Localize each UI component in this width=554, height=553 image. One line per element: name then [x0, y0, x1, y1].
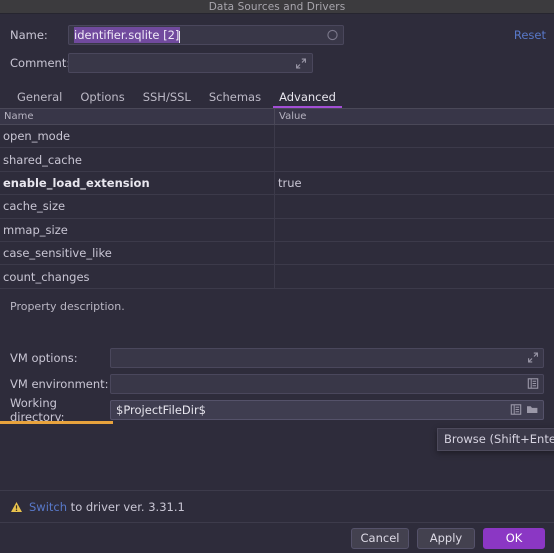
name-input[interactable]: identifier.sqlite [2] — [68, 25, 344, 45]
vm-options-input[interactable] — [110, 347, 544, 368]
table-cell-value[interactable]: true — [275, 172, 554, 194]
working-directory-input[interactable]: $ProjectFileDir$ — [110, 399, 544, 420]
comment-input[interactable] — [68, 53, 313, 73]
comment-label: Comment: — [10, 56, 71, 70]
settings-tabs: General Options SSH/SSL Schemas Advanced — [0, 86, 554, 108]
table-body: open_mode shared_cache enable_load_extensi… — [0, 125, 554, 289]
vm-environment-label: VM environment: — [10, 376, 109, 391]
vm-options-label: VM options: — [10, 350, 78, 365]
table-cell-name[interactable]: cache_size — [0, 195, 275, 218]
variables-list-icon[interactable] — [509, 403, 522, 416]
tab-options[interactable]: Options — [71, 90, 133, 108]
variables-list-icon[interactable] — [526, 377, 539, 390]
table-cell-value[interactable] — [275, 265, 554, 287]
apply-button[interactable]: Apply — [417, 527, 475, 549]
table-row[interactable]: enable_load_extension true — [0, 171, 554, 196]
dialog-button-bar: Cancel Apply OK — [0, 523, 554, 553]
tab-ssh-ssl-label: SSH/SSL — [142, 90, 191, 104]
expand-icon[interactable] — [295, 57, 308, 70]
column-header-value[interactable]: Value — [275, 108, 554, 125]
table-row[interactable]: count_changes — [0, 265, 554, 289]
table-cell-value[interactable] — [275, 195, 554, 217]
name-label: Name: — [10, 28, 48, 42]
warning-triangle-icon — [10, 501, 23, 513]
vm-options-row: VM options: — [10, 345, 544, 371]
tab-schemas-label: Schemas — [208, 90, 262, 104]
comment-row: Comment: — [0, 51, 554, 75]
circle-progress-icon — [326, 29, 339, 42]
driver-warning-text: Switch to driver ver. 3.31.1 — [29, 500, 185, 514]
property-description: Property description. — [10, 299, 125, 313]
table-cell-value[interactable] — [275, 125, 554, 147]
tab-options-label: Options — [80, 90, 125, 104]
vm-environment-input[interactable] — [110, 373, 544, 394]
window-titlebar: Data Sources and Drivers — [0, 0, 554, 14]
window-title: Data Sources and Drivers — [208, 0, 346, 13]
tab-advanced-label: Advanced — [279, 90, 336, 104]
tab-general[interactable]: General — [8, 90, 71, 108]
table-header-row: Name Value — [0, 108, 554, 125]
vm-options-field-icons — [526, 351, 539, 364]
focus-underline — [0, 421, 113, 424]
datasource-identity-form: Name: identifier.sqlite [2] Reset Commen… — [0, 14, 554, 83]
browse-tooltip: Browse (Shift+Enter) — [437, 428, 554, 451]
tab-advanced[interactable]: Advanced — [270, 90, 345, 108]
vm-environment-row: VM environment: — [10, 371, 544, 397]
table-row[interactable]: case_sensitive_like — [0, 241, 554, 266]
cancel-button[interactable]: Cancel — [351, 527, 409, 549]
table-cell-name[interactable]: count_changes — [0, 265, 275, 288]
text-caret — [179, 31, 181, 43]
working-directory-row: Working directory: $ProjectFileDir$ — [10, 395, 544, 424]
advanced-properties-table: Name Value open_mode shared_cache enable_l… — [0, 108, 554, 289]
table-cell-value[interactable] — [275, 219, 554, 241]
column-header-name[interactable]: Name — [0, 108, 275, 125]
folder-icon[interactable] — [526, 403, 539, 416]
table-cell-name[interactable]: shared_cache — [0, 148, 275, 171]
driver-warning-bar: Switch to driver ver. 3.31.1 — [0, 490, 554, 523]
table-cell-value[interactable] — [275, 148, 554, 170]
expand-icon[interactable] — [526, 351, 539, 364]
tab-general-label: General — [17, 90, 63, 104]
table-cell-name[interactable]: mmap_size — [0, 218, 275, 241]
working-directory-field-icons — [509, 403, 539, 416]
ok-button[interactable]: OK — [483, 527, 545, 549]
table-row[interactable]: shared_cache — [0, 148, 554, 172]
table-cell-name[interactable]: case_sensitive_like — [0, 241, 275, 265]
name-input-value: identifier.sqlite [2] — [74, 27, 181, 43]
table-cell-value[interactable] — [275, 242, 554, 264]
table-row[interactable]: cache_size — [0, 195, 554, 219]
tab-schemas[interactable]: Schemas — [200, 90, 270, 108]
vm-environment-field-icons — [526, 377, 539, 390]
name-row: Name: identifier.sqlite [2] Reset — [0, 23, 554, 47]
table-cell-name[interactable]: enable_load_extension — [0, 171, 275, 195]
working-directory-value: $ProjectFileDir$ — [116, 402, 207, 417]
table-cell-name[interactable]: open_mode — [0, 125, 275, 148]
table-row[interactable]: open_mode — [0, 125, 554, 149]
driver-warning-suffix: to driver ver. 3.31.1 — [67, 499, 185, 514]
tab-ssh-ssl[interactable]: SSH/SSL — [134, 90, 200, 108]
vm-settings-section: VM options: VM environment: Working dire… — [0, 345, 554, 424]
working-directory-label: Working directory: — [10, 395, 65, 424]
switch-driver-link[interactable]: Switch — [29, 500, 67, 514]
reset-link[interactable]: Reset — [500, 28, 546, 42]
table-row[interactable]: mmap_size — [0, 218, 554, 242]
